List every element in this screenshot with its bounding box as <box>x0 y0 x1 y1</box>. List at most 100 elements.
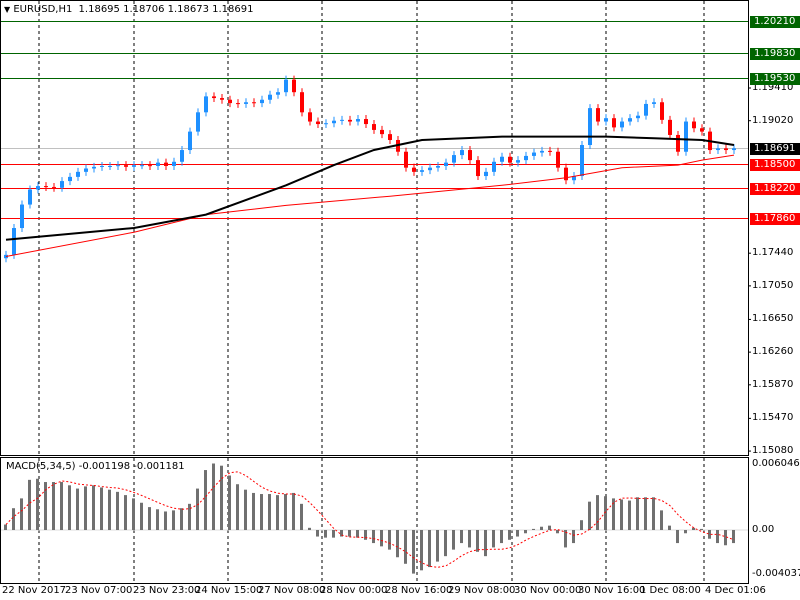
bull-candle <box>628 118 632 122</box>
bear-candle <box>380 129 384 135</box>
macd-histogram-bar <box>396 530 399 558</box>
bear-candle <box>700 128 704 132</box>
macd-histogram-bar <box>380 530 383 547</box>
macd-histogram-bar <box>180 508 183 530</box>
macd-histogram-bar <box>460 530 463 544</box>
price-tick-label: 1.15080 <box>752 445 794 457</box>
bear-candle <box>724 148 728 151</box>
time-tick-label: 22 Nov 2017 <box>2 585 67 596</box>
macd-histogram-bar <box>540 526 543 530</box>
bull-candle <box>532 152 536 156</box>
macd-histogram-bar <box>644 497 647 530</box>
bull-candle <box>60 181 64 188</box>
bull-candle <box>644 103 648 116</box>
level-tag-1.19530: 1.19530 <box>750 72 800 85</box>
macd-histogram-bar <box>372 530 375 544</box>
macd-histogram-bar <box>420 530 423 571</box>
bear-candle <box>508 156 512 163</box>
time-tick-label: 24 Nov 15:00 <box>195 585 263 596</box>
bull-candle <box>716 148 720 151</box>
time-tick-label: 28 Nov 16:00 <box>385 585 453 596</box>
macd-histogram-bar <box>300 503 303 530</box>
bear-candle <box>164 162 168 166</box>
ohlc-values: 1.18695 1.18706 1.18673 1.18691 <box>78 4 254 15</box>
bear-candle <box>412 167 416 172</box>
triangle-down-icon[interactable]: ▼ <box>4 5 10 14</box>
bull-candle <box>196 112 200 132</box>
time-tick-label: 29 Nov 08:00 <box>448 585 516 596</box>
macd-histogram-bar <box>36 478 39 530</box>
macd-histogram-bar <box>84 486 87 530</box>
bear-candle <box>388 134 392 140</box>
macd-histogram-bar <box>284 494 287 530</box>
macd-histogram-bar <box>636 497 639 530</box>
bull-candle <box>340 119 344 121</box>
bull-candle <box>244 102 248 104</box>
bull-candle <box>484 171 488 177</box>
macd-histogram-bar <box>668 525 671 530</box>
bull-candle <box>156 162 160 166</box>
bull-candle <box>580 145 584 177</box>
macd-histogram-bar <box>276 495 279 530</box>
macd-histogram-bar <box>12 508 15 530</box>
macd-histogram-bar <box>76 488 79 530</box>
time-tick-label: 30 Nov 00:00 <box>514 585 582 596</box>
bull-candle <box>436 165 440 168</box>
bull-candle <box>132 165 136 167</box>
bear-candle <box>364 119 368 125</box>
price-tick-label: 1.17440 <box>752 247 794 259</box>
bear-candle <box>476 160 480 177</box>
macd-header: MACD(5,34,5) -0.001198 -0.001181 <box>6 461 185 473</box>
price-tick-label: 1.16650 <box>752 313 794 325</box>
bull-candle <box>652 102 656 104</box>
macd-histogram-bar <box>148 507 151 530</box>
bull-candle <box>588 108 592 146</box>
macd-histogram-bar <box>484 530 487 557</box>
bull-candle <box>12 228 16 255</box>
macd-histogram-bar <box>140 502 143 530</box>
bull-candle <box>180 150 184 162</box>
macd-main-value: -0.001198 <box>78 461 131 472</box>
level-tag-1.18220: 1.18220 <box>750 182 800 195</box>
bull-candle <box>268 94 272 100</box>
macd-histogram-bar <box>628 500 631 530</box>
chart-canvas[interactable] <box>0 0 800 600</box>
bull-candle <box>420 170 424 172</box>
macd-histogram-bar <box>156 509 159 530</box>
macd-tick-label: -0.004037 <box>752 568 800 579</box>
macd-histogram-bar <box>116 491 119 530</box>
bull-candle <box>28 189 32 205</box>
bull-candle <box>172 161 176 166</box>
bull-candle <box>620 121 624 128</box>
bull-candle <box>260 99 264 104</box>
macd-histogram-bar <box>404 530 407 564</box>
bear-candle <box>676 134 680 152</box>
bear-candle <box>220 98 224 100</box>
macd-histogram-bar <box>324 530 327 538</box>
macd-histogram-bar <box>268 494 271 530</box>
bear-candle <box>548 150 552 152</box>
price-tick-label: 1.17050 <box>752 279 794 291</box>
bear-candle <box>596 108 600 122</box>
macd-histogram-bar <box>4 524 7 530</box>
macd-histogram-bar <box>228 475 231 530</box>
macd-histogram-bar <box>204 470 207 530</box>
bear-candle <box>668 119 672 135</box>
bear-candle <box>316 121 320 125</box>
macd-histogram-bar <box>92 485 95 530</box>
macd-histogram-bar <box>132 498 135 530</box>
macd-histogram-bar <box>452 530 455 550</box>
macd-histogram-bar <box>108 489 111 530</box>
bull-candle <box>452 155 456 163</box>
macd-histogram-bar <box>212 463 215 530</box>
time-tick-label: 23 Nov 07:00 <box>65 585 133 596</box>
time-tick-label: 27 Nov 08:00 <box>258 585 326 596</box>
bull-candle <box>20 204 24 229</box>
bull-candle <box>684 121 688 152</box>
bull-candle <box>284 79 288 93</box>
macd-histogram-bar <box>348 530 351 537</box>
bull-candle <box>460 150 464 156</box>
time-tick-label: 30 Nov 16:00 <box>578 585 646 596</box>
macd-histogram-bar <box>220 465 223 530</box>
time-tick-label: 1 Dec 08:00 <box>640 585 701 596</box>
